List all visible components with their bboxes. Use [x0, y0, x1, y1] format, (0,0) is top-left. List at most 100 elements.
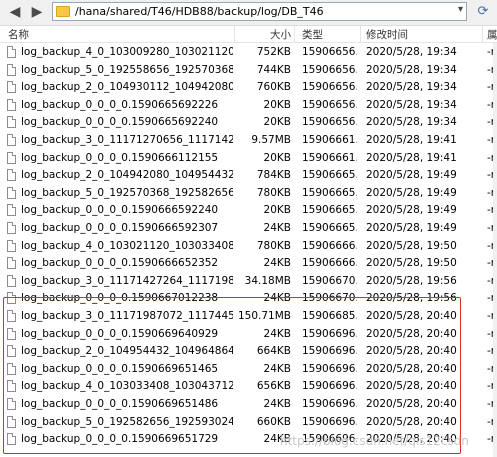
file-type: 15906656... — [302, 116, 357, 129]
file-icon — [7, 98, 16, 111]
file-size: 760KB — [256, 81, 291, 94]
file-modified: 2020/5/28, 19:34 — [366, 46, 457, 58]
file-icon — [7, 257, 16, 270]
col-type[interactable]: 类型 — [302, 27, 323, 42]
watermark: https://blog.csdn.net/qis12csdn — [280, 434, 469, 448]
file-type: 15906665... — [302, 204, 357, 217]
file-name: log_backup_0_0_0_0.1590665692226 — [21, 98, 219, 111]
file-name: log_backup_2_0_104942080_104954432.159..… — [21, 169, 233, 182]
file-row[interactable]: log_backup_2_0_104930112_104942080.159..… — [0, 79, 497, 96]
file-row[interactable]: log_backup_5_0_192570368_192582656.159..… — [0, 185, 497, 202]
file-size: 20KB — [263, 116, 291, 129]
col-size[interactable]: 大小 — [270, 27, 291, 42]
file-type: 15906656... — [302, 63, 357, 76]
file-name: log_backup_3_0_11171427264_1117198707... — [21, 274, 233, 287]
file-size: 9.57MB — [251, 134, 291, 146]
file-type: 15906656... — [302, 81, 357, 94]
file-name: log_backup_4_0_103021120_103033408.159..… — [21, 239, 233, 252]
file-row[interactable]: log_backup_0_0_0_0.1590666592240 20KB 1590… — [0, 202, 497, 219]
file-modified: 2020/5/28, 19:50 — [366, 257, 457, 270]
file-name: log_backup_5_0_192570368_192582656.159..… — [21, 186, 233, 199]
file-row[interactable]: log_backup_2_0_104942080_104954432.159..… — [0, 167, 497, 184]
file-size: 780KB — [256, 239, 291, 252]
back-arrow-icon[interactable]: ◀ — [6, 3, 24, 21]
file-row[interactable]: log_backup_0_0_0_0.1590665692240 20KB 1590… — [0, 114, 497, 131]
file-type: 15906661... — [302, 134, 357, 146]
file-modified: 2020/5/28, 19:56 — [366, 274, 457, 287]
file-icon — [7, 116, 16, 129]
file-size: 20KB — [263, 204, 291, 217]
file-icon — [7, 239, 16, 252]
file-name: log_backup_0_0_0_0.1590665692240 — [21, 116, 219, 129]
file-name: log_backup_0_0_0_0.1590666652352 — [21, 257, 219, 270]
highlight-box — [3, 297, 461, 454]
file-icon — [7, 186, 16, 199]
file-modified: 2020/5/28, 19:34 — [366, 116, 457, 129]
file-modified: 2020/5/28, 19:34 — [366, 63, 457, 76]
file-modified: 2020/5/28, 19:34 — [366, 81, 457, 94]
file-type: 15906665... — [302, 222, 357, 234]
file-size: 24KB — [263, 257, 291, 270]
file-size: 784KB — [256, 169, 291, 182]
file-icon — [7, 63, 16, 76]
address-bar[interactable]: /hana/shared/T46/HDB88/backup/log/DB_T46… — [52, 2, 467, 21]
file-icon — [7, 222, 16, 234]
file-type: 15906656... — [302, 98, 357, 111]
column-header: 名称 大小 类型 修改时间 属 — [0, 26, 497, 43]
file-modified: 2020/5/28, 19:41 — [366, 151, 457, 164]
file-name: log_backup_5_0_192558656_192570368.159..… — [21, 63, 233, 76]
forward-arrow-icon[interactable]: ▶ — [28, 3, 46, 21]
file-name: log_backup_0_0_0_0.1590666592307 — [21, 222, 219, 234]
file-row[interactable]: log_backup_3_0_11171270656_1117142726...… — [0, 132, 497, 149]
chevron-down-icon[interactable]: ▾ — [458, 4, 463, 15]
file-name: log_backup_0_0_0_0.1590666592240 — [21, 204, 219, 217]
file-row[interactable]: log_backup_3_0_11171427264_1117198707...… — [0, 273, 497, 290]
file-row[interactable]: log_backup_0_0_0_0.1590666112155 20KB 1590… — [0, 150, 497, 167]
address-path: /hana/shared/T46/HDB88/backup/log/DB_T46 — [75, 5, 324, 18]
file-icon — [7, 81, 16, 94]
file-icon — [7, 134, 16, 146]
file-type: 15906665... — [302, 169, 357, 182]
file-size: 24KB — [263, 222, 291, 234]
file-modified: 2020/5/28, 19:49 — [366, 204, 457, 217]
file-row[interactable]: log_backup_4_0_103021120_103033408.159..… — [0, 238, 497, 255]
file-size: 20KB — [263, 98, 291, 111]
file-size: 20KB — [263, 151, 291, 164]
file-row[interactable]: log_backup_0_0_0_0.1590666652352 24KB 1590… — [0, 255, 497, 272]
scrollbar[interactable] — [493, 43, 497, 457]
file-type: 15906665... — [302, 186, 357, 199]
file-row[interactable]: log_backup_4_0_103009280_103021120.159..… — [0, 44, 497, 61]
toolbar: ◀ ▶ /hana/shared/T46/HDB88/backup/log/DB… — [0, 0, 497, 26]
file-type: 15906670... — [302, 274, 357, 287]
col-name[interactable]: 名称 — [8, 27, 29, 42]
col-attr[interactable]: 属 — [487, 27, 497, 42]
refresh-icon[interactable]: ⟳ — [474, 3, 492, 21]
col-modified[interactable]: 修改时间 — [366, 27, 408, 42]
file-icon — [7, 274, 16, 287]
file-type: 15906661... — [302, 151, 357, 164]
file-row[interactable]: log_backup_5_0_192558656_192570368.159..… — [0, 62, 497, 79]
file-row[interactable]: log_backup_0_0_0_0.1590666592307 24KB 1590… — [0, 220, 497, 237]
file-modified: 2020/5/28, 19:34 — [366, 98, 457, 111]
file-modified: 2020/5/28, 19:41 — [366, 134, 457, 146]
file-size: 780KB — [256, 186, 291, 199]
file-modified: 2020/5/28, 19:49 — [366, 222, 457, 234]
file-icon — [7, 204, 16, 217]
file-name: log_backup_4_0_103009280_103021120.159..… — [21, 46, 233, 58]
file-name: log_backup_3_0_11171270656_1117142726... — [21, 134, 233, 146]
file-name: log_backup_0_0_0_0.1590666112155 — [21, 151, 219, 164]
file-modified: 2020/5/28, 19:49 — [366, 169, 457, 182]
file-type: 15906656... — [302, 46, 357, 58]
file-modified: 2020/5/28, 19:50 — [366, 239, 457, 252]
file-icon — [7, 46, 16, 58]
folder-icon — [56, 6, 70, 17]
file-size: 34.18MB — [244, 274, 291, 287]
file-size: 744KB — [256, 63, 291, 76]
file-name: log_backup_2_0_104930112_104942080.159..… — [21, 81, 233, 94]
file-type: 15906666... — [302, 257, 357, 270]
file-type: 15906666... — [302, 239, 357, 252]
file-size: 752KB — [256, 46, 291, 58]
file-modified: 2020/5/28, 19:49 — [366, 186, 457, 199]
file-row[interactable]: log_backup_0_0_0_0.1590665692226 20KB 1590… — [0, 97, 497, 114]
file-icon — [7, 151, 16, 164]
